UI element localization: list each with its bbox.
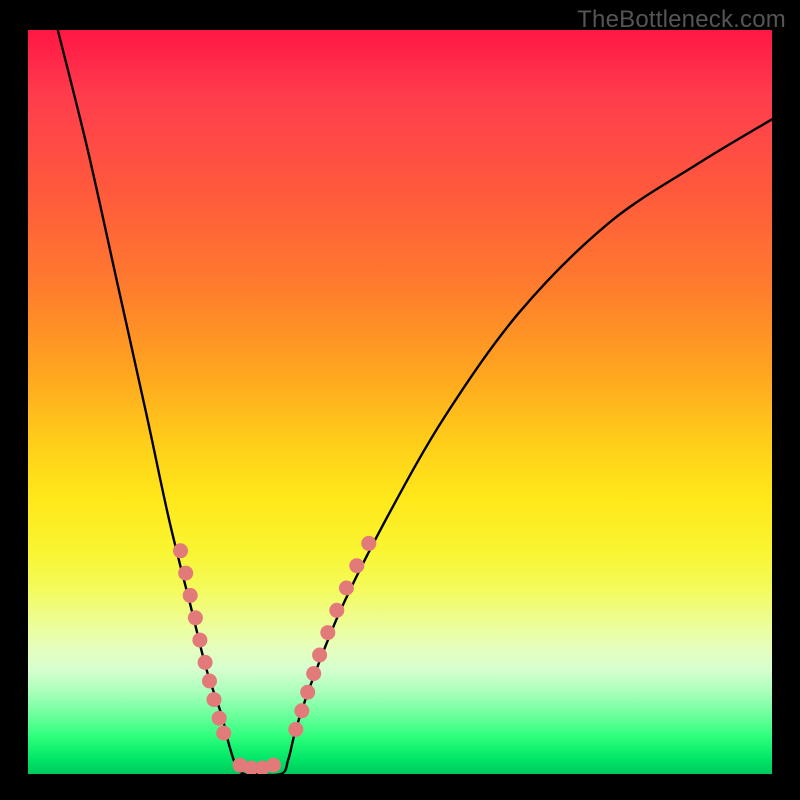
scatter-dot <box>288 722 303 737</box>
scatter-dot <box>349 558 364 573</box>
scatter-dot <box>306 666 321 681</box>
scatter-dots <box>173 536 376 774</box>
chart-svg <box>28 30 772 774</box>
scatter-dot <box>244 761 259 775</box>
scatter-dot <box>198 655 213 670</box>
scatter-dot <box>173 543 188 558</box>
scatter-dot <box>361 536 376 551</box>
scatter-dot <box>216 726 231 741</box>
scatter-dot <box>202 674 217 689</box>
scatter-dot <box>294 703 309 718</box>
scatter-dot <box>320 625 335 640</box>
scatter-dot <box>192 633 207 648</box>
bottleneck-curve <box>58 30 772 774</box>
scatter-dot <box>178 566 193 581</box>
scatter-dot <box>266 758 281 773</box>
scatter-dot <box>188 610 203 625</box>
scatter-dot <box>312 648 327 663</box>
scatter-dot <box>339 581 354 596</box>
plot-area <box>28 30 772 774</box>
scatter-dot <box>207 692 222 707</box>
scatter-dot <box>233 758 248 773</box>
chart-frame: TheBottleneck.com <box>0 0 800 800</box>
scatter-dot <box>183 588 198 603</box>
scatter-dot <box>255 761 270 775</box>
scatter-dot <box>329 603 344 618</box>
scatter-dot <box>212 711 227 726</box>
scatter-dot <box>300 685 315 700</box>
